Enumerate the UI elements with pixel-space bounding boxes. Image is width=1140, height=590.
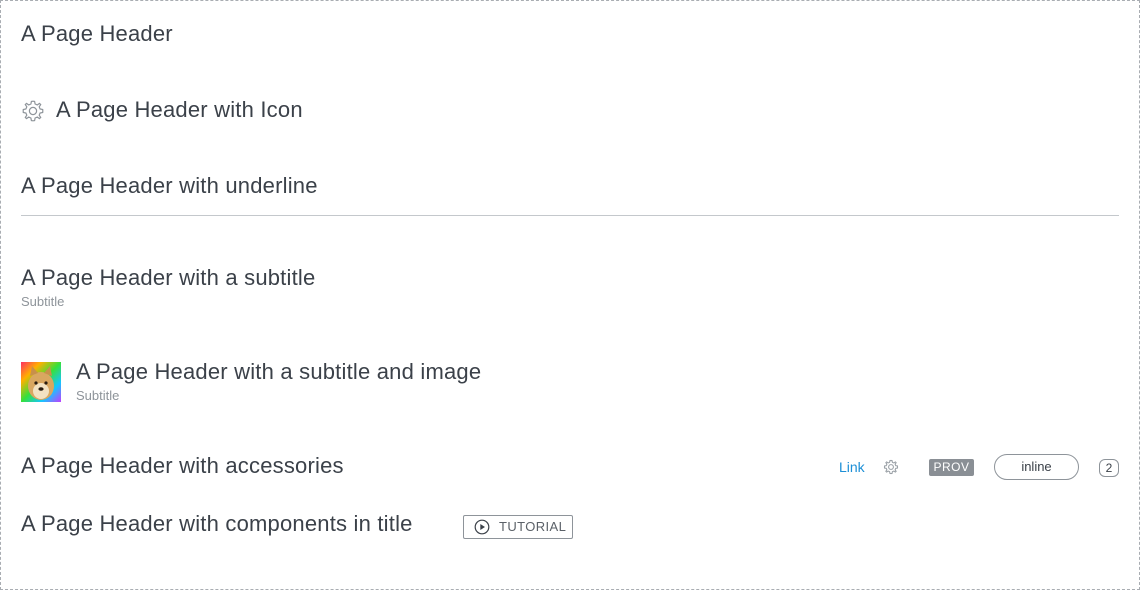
page-header-with-underline: A Page Header with underline (21, 173, 318, 198)
tutorial-label: TUTORIAL (499, 519, 567, 534)
tutorial-button[interactable]: TUTORIAL (463, 515, 573, 539)
header-underline (21, 215, 1119, 216)
page-header-with-image: A Page Header with a subtitle and image (76, 359, 482, 384)
accessory-link[interactable]: Link (839, 459, 865, 475)
gear-icon (22, 100, 44, 122)
prov-badge: PROV (929, 459, 974, 476)
page-header-image-subtitle: Subtitle (76, 388, 120, 403)
demo-container (0, 0, 1140, 590)
page-header-with-icon: A Page Header with Icon (56, 97, 303, 122)
page-header-with-components: A Page Header with components in title (21, 511, 413, 536)
settings-gear-icon[interactable] (883, 459, 899, 475)
play-circle-icon (474, 519, 490, 535)
page-header-subtitle: Subtitle (21, 294, 65, 309)
page-header-plain: A Page Header (21, 21, 173, 46)
page-header-with-accessories: A Page Header with accessories (21, 453, 344, 478)
doge-image (28, 366, 54, 400)
inline-button[interactable]: inline (994, 454, 1079, 480)
page-header-with-subtitle: A Page Header with a subtitle (21, 265, 316, 290)
count-badge: 2 (1099, 459, 1119, 477)
doge-avatar (21, 362, 61, 402)
